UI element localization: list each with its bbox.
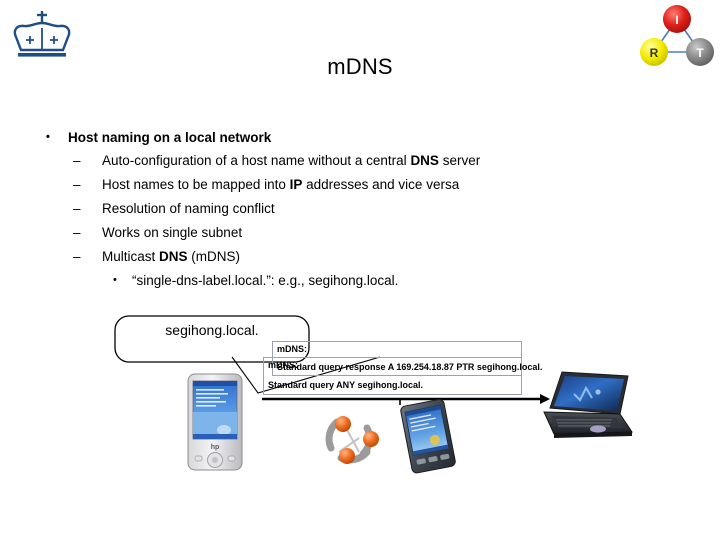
mdns-response-body: Standard query response A 169.254.18.87 … xyxy=(277,362,543,372)
bullet-level2-item: – Host names to be mapped into IP addres… xyxy=(40,173,660,197)
bullet-level2-item: – Auto-configuration of a host name with… xyxy=(40,149,660,173)
bullet-level2-text: Resolution of naming conflict xyxy=(102,201,275,216)
bullet-level2-item: – Works on single subnet xyxy=(40,221,660,245)
ipaq-pda-device: hp xyxy=(187,373,243,471)
bullet-level1-text: Host naming on a local network xyxy=(68,130,272,145)
bullet-level1: • Host naming on a local network xyxy=(40,128,660,147)
page-title: mDNS xyxy=(327,54,393,79)
dash-marker: – xyxy=(73,153,81,168)
badge-node-i-label: I xyxy=(675,13,678,27)
bullet-level2-text: Works on single subnet xyxy=(102,225,243,240)
bullet-level3-text: “single-dns-label.local.”: e.g., segihon… xyxy=(132,273,399,288)
dash-marker: – xyxy=(73,225,81,240)
mdns-query-label: mDNS: xyxy=(268,360,299,370)
svg-text:hp: hp xyxy=(211,444,220,451)
callout-label: segihong.local. xyxy=(165,322,259,338)
bullet-level2-item: – Multicast DNS (mDNS) xyxy=(40,245,660,269)
dash-marker: – xyxy=(73,249,81,264)
bullet-marker: • xyxy=(113,274,117,286)
network-diagram: segihong.local. mDNS: Standard query res… xyxy=(0,300,720,540)
mdns-query-body: Standard query ANY segihong.local. xyxy=(268,380,424,390)
bullet-level2-text: Host names to be mapped into IP addresse… xyxy=(102,177,460,192)
bullet-level2-item: – Resolution of naming conflict xyxy=(40,197,660,221)
bullet-marker: • xyxy=(46,131,50,143)
mdns-response-label: mDNS: xyxy=(277,344,308,354)
dash-marker: – xyxy=(73,177,81,192)
bullet-level2-text: Multicast DNS (mDNS) xyxy=(102,249,241,264)
tablet-pda-device xyxy=(400,398,456,474)
dash-marker: – xyxy=(73,201,81,216)
network-mesh-icon xyxy=(325,416,379,464)
bullet-level2-text: Auto-configuration of a host name withou… xyxy=(102,153,481,168)
bullet-list: • Host naming on a local network – Auto-… xyxy=(40,128,660,293)
vaio-laptop-device xyxy=(543,371,633,438)
bullet-level3-item: • “single-dns-label.local.”: e.g., segih… xyxy=(40,269,660,293)
